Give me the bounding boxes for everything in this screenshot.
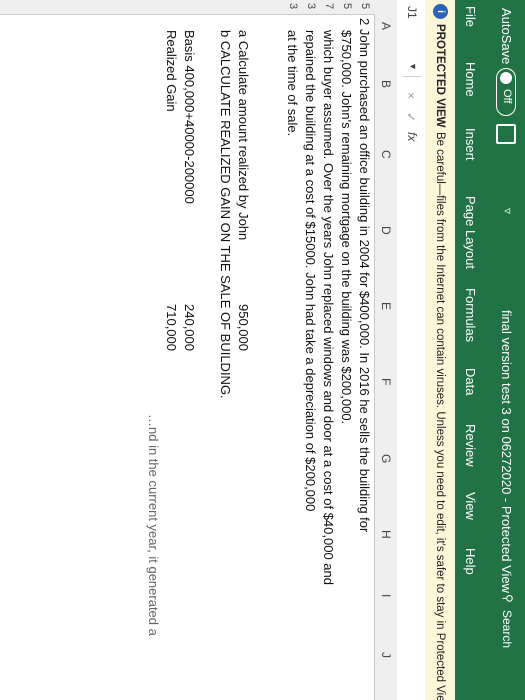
column-header-i[interactable]: I bbox=[379, 594, 393, 597]
row-header[interactable]: 3 bbox=[287, 3, 299, 9]
column-header-h[interactable]: H bbox=[379, 530, 393, 539]
column-header-a[interactable]: A bbox=[379, 22, 393, 30]
row-header[interactable]: 5 bbox=[359, 3, 371, 9]
column-header-d[interactable]: D bbox=[379, 226, 393, 235]
column-header-f[interactable]: F bbox=[379, 378, 393, 385]
tab-view[interactable]: View bbox=[463, 492, 478, 520]
chevron-down-icon[interactable]: ▼ bbox=[408, 62, 418, 71]
info-icon: i bbox=[433, 4, 448, 19]
worksheet-grid[interactable]: 2 John purchased an office building in 2… bbox=[0, 14, 375, 700]
cancel-icon[interactable]: × bbox=[404, 92, 418, 99]
save-icon[interactable] bbox=[496, 124, 516, 144]
title-bar: AutoSave Off ▿ final version test 3 on 0… bbox=[487, 0, 525, 700]
cell-text[interactable]: at the time of sale. bbox=[285, 30, 300, 136]
tab-file[interactable]: File bbox=[463, 6, 478, 27]
formula-bar: J1 ▼ × ✓ fx bbox=[396, 0, 425, 700]
protected-view-message: Be careful—files from the Internet can c… bbox=[434, 132, 446, 700]
autosave-label: AutoSave bbox=[499, 8, 514, 65]
cell-text[interactable]: 2 John purchased an office building in 2… bbox=[357, 18, 372, 532]
function-icon[interactable]: fx bbox=[405, 132, 419, 141]
check-icon[interactable]: ✓ bbox=[404, 112, 418, 122]
row-headers: 5 5 7 3 3 bbox=[0, 0, 375, 15]
search-icon[interactable]: ⚲ bbox=[501, 594, 515, 603]
tab-formulas[interactable]: Formulas bbox=[463, 288, 478, 342]
cell-text[interactable]: $750,000. John's remaining mortgage on t… bbox=[339, 30, 354, 424]
column-headers: A B C D E F G H I J bbox=[374, 0, 397, 700]
cell-text[interactable]: …nd in the current year, it generated a bbox=[146, 414, 161, 636]
tab-insert[interactable]: Insert bbox=[463, 128, 478, 161]
column-header-e[interactable]: E bbox=[379, 302, 393, 310]
cell-text[interactable]: b CALCULATE REALIZED GAIN ON THE SALE OF… bbox=[218, 30, 233, 399]
column-header-b[interactable]: B bbox=[379, 80, 393, 88]
ribbon-tabs: File Home Insert Page Layout Formulas Da… bbox=[455, 0, 487, 700]
row-header[interactable]: 3 bbox=[305, 3, 317, 9]
document-title: final version test 3 on 06272020 - Prote… bbox=[499, 310, 514, 594]
search-box[interactable]: Search bbox=[500, 610, 514, 648]
tab-data[interactable]: Data bbox=[463, 368, 478, 395]
autosave-toggle[interactable]: Off bbox=[496, 68, 516, 116]
protected-view-label: PROTECTED VIEW bbox=[434, 24, 446, 128]
cell-text[interactable]: a Calculate amount realized by John bbox=[236, 30, 251, 240]
row-header[interactable]: 5 bbox=[341, 3, 353, 9]
cell-text[interactable]: Basis 400,000+40000-200000 bbox=[182, 30, 197, 204]
tab-home[interactable]: Home bbox=[463, 62, 478, 97]
cell-text[interactable]: which buyer assumed. Over the years John… bbox=[321, 30, 336, 585]
protected-view-bar: i PROTECTED VIEW Be careful—files from t… bbox=[424, 0, 455, 700]
tab-review[interactable]: Review bbox=[463, 424, 478, 467]
chevron-down-icon[interactable]: ▿ bbox=[501, 208, 515, 214]
tab-page-layout[interactable]: Page Layout bbox=[463, 196, 478, 269]
autosave-state: Off bbox=[501, 89, 513, 104]
tab-help[interactable]: Help bbox=[463, 548, 478, 575]
toggle-knob bbox=[500, 72, 512, 84]
cell-text[interactable]: Realized Gain bbox=[164, 30, 179, 112]
column-header-c[interactable]: C bbox=[379, 150, 393, 159]
cell-value[interactable]: 240,000 bbox=[182, 304, 197, 351]
cell-value[interactable]: 710,000 bbox=[164, 304, 179, 351]
row-header[interactable]: 7 bbox=[323, 3, 335, 9]
excel-window: AutoSave Off ▿ final version test 3 on 0… bbox=[0, 0, 525, 700]
column-header-g[interactable]: G bbox=[379, 454, 393, 463]
cell-value[interactable]: 950,000 bbox=[236, 304, 251, 351]
cell-text[interactable]: repained the building at a cost of $1500… bbox=[303, 30, 318, 511]
column-header-j[interactable]: J bbox=[379, 652, 393, 658]
